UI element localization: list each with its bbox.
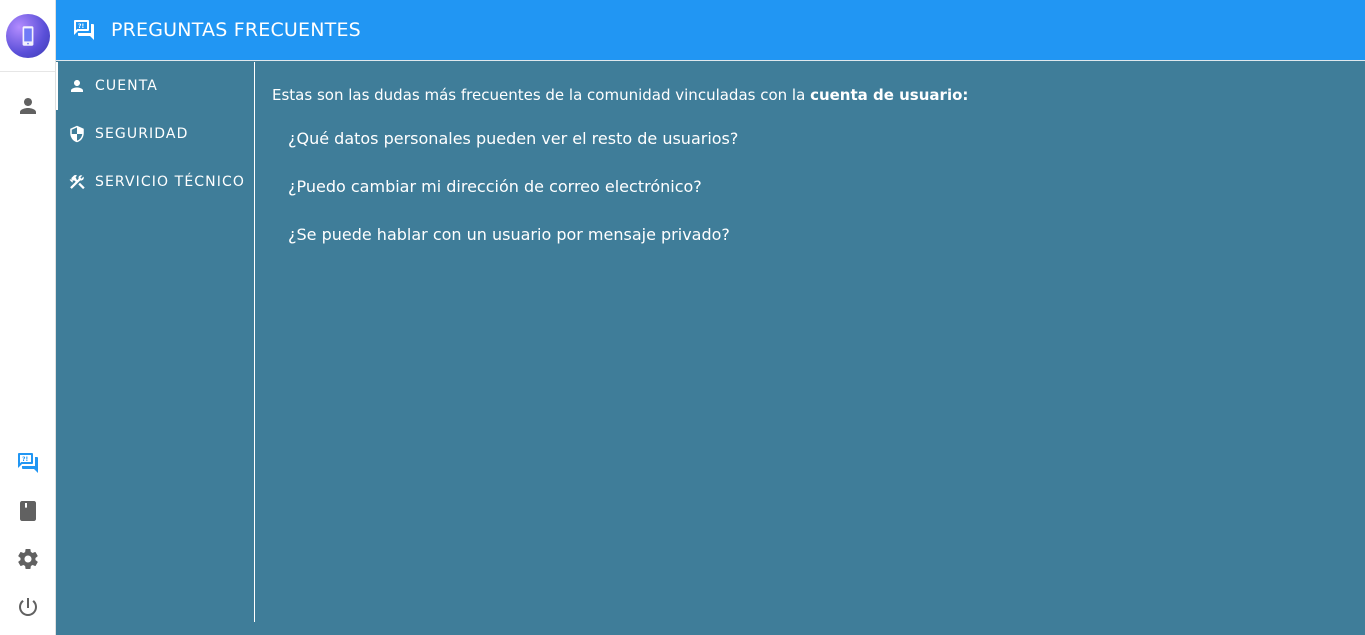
faq-icon: ?! <box>18 453 38 473</box>
faq-icon: ?! <box>74 20 94 40</box>
category-label: SERVICIO TÉCNICO <box>95 174 245 190</box>
faq-intro: Estas son las dudas más frecuentes de la… <box>272 84 1349 106</box>
category-nav: CUENTA SEGURIDAD SERVICIO TÉCNICO <box>56 62 255 622</box>
person-icon <box>71 80 83 92</box>
category-item-cuenta[interactable]: CUENTA <box>56 62 254 110</box>
category-label: CUENTA <box>95 78 158 94</box>
power-icon <box>19 598 37 616</box>
svg-text:?!: ?! <box>22 456 28 463</box>
category-label: SEGURIDAD <box>95 126 189 142</box>
question-item[interactable]: ¿Se puede hablar con un usuario por mens… <box>272 220 1349 268</box>
faq-content: Estas son las dudas más frecuentes de la… <box>256 62 1365 635</box>
question-list: ¿Qué datos personales pueden ver el rest… <box>272 124 1349 268</box>
rail-logout-button[interactable] <box>0 587 56 627</box>
tools-icon <box>69 174 85 190</box>
shield-icon <box>70 125 84 143</box>
svg-text:?!: ?! <box>78 23 84 30</box>
person-icon <box>20 98 36 114</box>
gear-icon <box>18 549 38 570</box>
book-icon <box>20 501 36 521</box>
logo-container <box>0 0 55 72</box>
rail-faq-button[interactable]: ?! <box>0 443 56 483</box>
phone-logo-icon <box>22 25 33 46</box>
intro-text: Estas son las dudas más frecuentes de la… <box>272 86 811 104</box>
category-item-servicio-tecnico[interactable]: SERVICIO TÉCNICO <box>56 158 254 206</box>
rail-book-button[interactable] <box>0 491 56 531</box>
header-bar: ?! PREGUNTAS FRECUENTES <box>56 0 1365 61</box>
app-logo[interactable] <box>5 13 50 58</box>
category-item-seguridad[interactable]: SEGURIDAD <box>56 110 254 158</box>
rail-profile-button[interactable] <box>0 86 56 126</box>
intro-emphasis: cuenta de usuario: <box>810 86 969 104</box>
page-title: PREGUNTAS FRECUENTES <box>111 19 361 41</box>
rail-settings-button[interactable] <box>0 539 56 579</box>
question-item[interactable]: ¿Puedo cambiar mi dirección de correo el… <box>272 172 1349 220</box>
left-rail: ?! <box>0 0 56 635</box>
question-item[interactable]: ¿Qué datos personales pueden ver el rest… <box>272 124 1349 172</box>
